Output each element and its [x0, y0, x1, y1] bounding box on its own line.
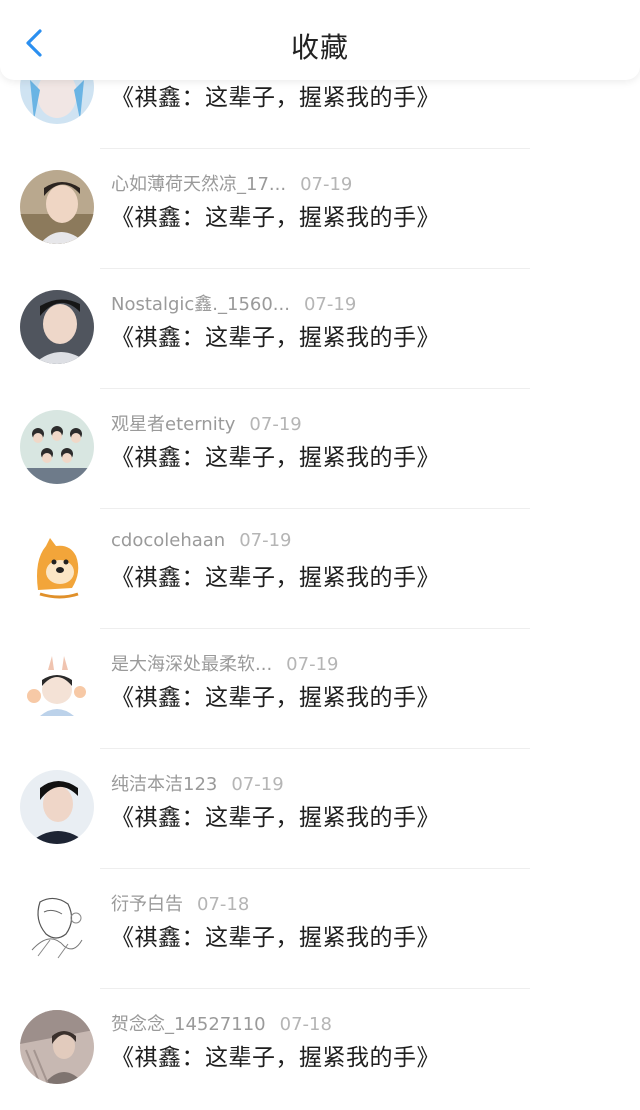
divider: [100, 628, 530, 629]
author-name[interactable]: 心如薄荷天然凉_17...: [111, 174, 286, 195]
post-title: 《祺鑫：这辈子，握紧我的手》: [111, 85, 440, 111]
post-date: 07-19: [300, 174, 353, 195]
author-name[interactable]: 纯洁本洁123: [111, 774, 217, 795]
post-title: 《祺鑫：这辈子，握紧我的手》: [111, 205, 440, 231]
post-meta: 纯洁本洁123 07-19: [111, 770, 284, 796]
post-meta: 观星者eternity 07-19: [111, 410, 302, 436]
post-title: 《祺鑫：这辈子，握紧我的手》: [111, 1045, 440, 1071]
divider: [100, 988, 530, 989]
list-item[interactable]: Nostalgic鑫._1560... 07-19 《祺鑫：这辈子，握紧我的手》: [0, 270, 640, 390]
avatar[interactable]: [20, 410, 94, 484]
avatar[interactable]: [20, 1010, 94, 1084]
author-name[interactable]: 衍予白告: [111, 894, 183, 915]
author-name[interactable]: Nostalgic鑫._1560...: [111, 294, 290, 315]
post-title: 《祺鑫：这辈子，握紧我的手》: [111, 925, 440, 951]
post-date: 07-19: [249, 414, 302, 435]
avatar[interactable]: [20, 890, 94, 964]
author-name[interactable]: 观星者eternity: [111, 414, 235, 435]
divider: [100, 868, 530, 869]
post-title: 《祺鑫：这辈子，握紧我的手》: [111, 805, 440, 831]
post-title: 《祺鑫：这辈子，握紧我的手》: [111, 445, 440, 471]
page-title: 收藏: [290, 31, 349, 64]
avatar[interactable]: [20, 170, 94, 244]
post-meta: cdocolehaan 07-19: [111, 530, 292, 551]
post-meta: 是大海深处最柔软... 07-19: [111, 650, 338, 676]
avatar[interactable]: [20, 530, 94, 604]
post-date: 07-19: [303, 294, 357, 315]
author-name[interactable]: cdocolehaan: [111, 530, 225, 551]
post-title: 《祺鑫：这辈子，握紧我的手》: [111, 325, 440, 351]
list-item[interactable]: 纯洁本洁123 07-19 《祺鑫：这辈子，握紧我的手》: [0, 750, 640, 870]
list-item[interactable]: 观星者eternity 07-19 《祺鑫：这辈子，握紧我的手》: [0, 390, 640, 510]
list-item[interactable]: 是大海深处最柔软... 07-19 《祺鑫：这辈子，握紧我的手》: [0, 630, 640, 750]
post-date: 07-18: [279, 1014, 332, 1035]
avatar[interactable]: [20, 650, 94, 724]
divider: [100, 508, 530, 509]
list-item[interactable]: 衍予白告 07-18 《祺鑫：这辈子，握紧我的手》: [0, 870, 640, 990]
post-title: 《祺鑫：这辈子，握紧我的手》: [111, 685, 440, 711]
list-item[interactable]: 心如薄荷天然凉_17... 07-19 《祺鑫：这辈子，握紧我的手》: [0, 150, 640, 270]
post-meta: Nostalgic鑫._1560... 07-19: [111, 290, 356, 316]
divider: [100, 148, 530, 149]
post-date: 07-19: [239, 530, 292, 551]
post-date: 07-19: [286, 654, 339, 675]
post-meta: 心如薄荷天然凉_17... 07-19: [111, 170, 352, 196]
post-date: 07-18: [197, 894, 250, 915]
list-item[interactable]: cdocolehaan 07-19 《祺鑫：这辈子，握紧我的手》: [0, 510, 640, 630]
author-name[interactable]: 贺念念_14527110: [111, 1014, 266, 1035]
author-name[interactable]: 是大海深处最柔软...: [111, 654, 272, 675]
post-meta: 贺念念_14527110 07-18: [111, 1010, 332, 1036]
avatar[interactable]: [20, 770, 94, 844]
divider: [100, 748, 530, 749]
post-meta: 衍予白告 07-18: [111, 890, 249, 916]
divider: [100, 388, 530, 389]
divider: [100, 268, 530, 269]
navigation-bar: 收藏: [0, 0, 640, 80]
post-title: 《祺鑫：这辈子，握紧我的手》: [111, 565, 440, 591]
list-item[interactable]: 贺念念_14527110 07-18 《祺鑫：这辈子，握紧我的手》: [0, 990, 640, 1110]
post-date: 07-19: [231, 774, 284, 795]
avatar[interactable]: [20, 290, 94, 364]
